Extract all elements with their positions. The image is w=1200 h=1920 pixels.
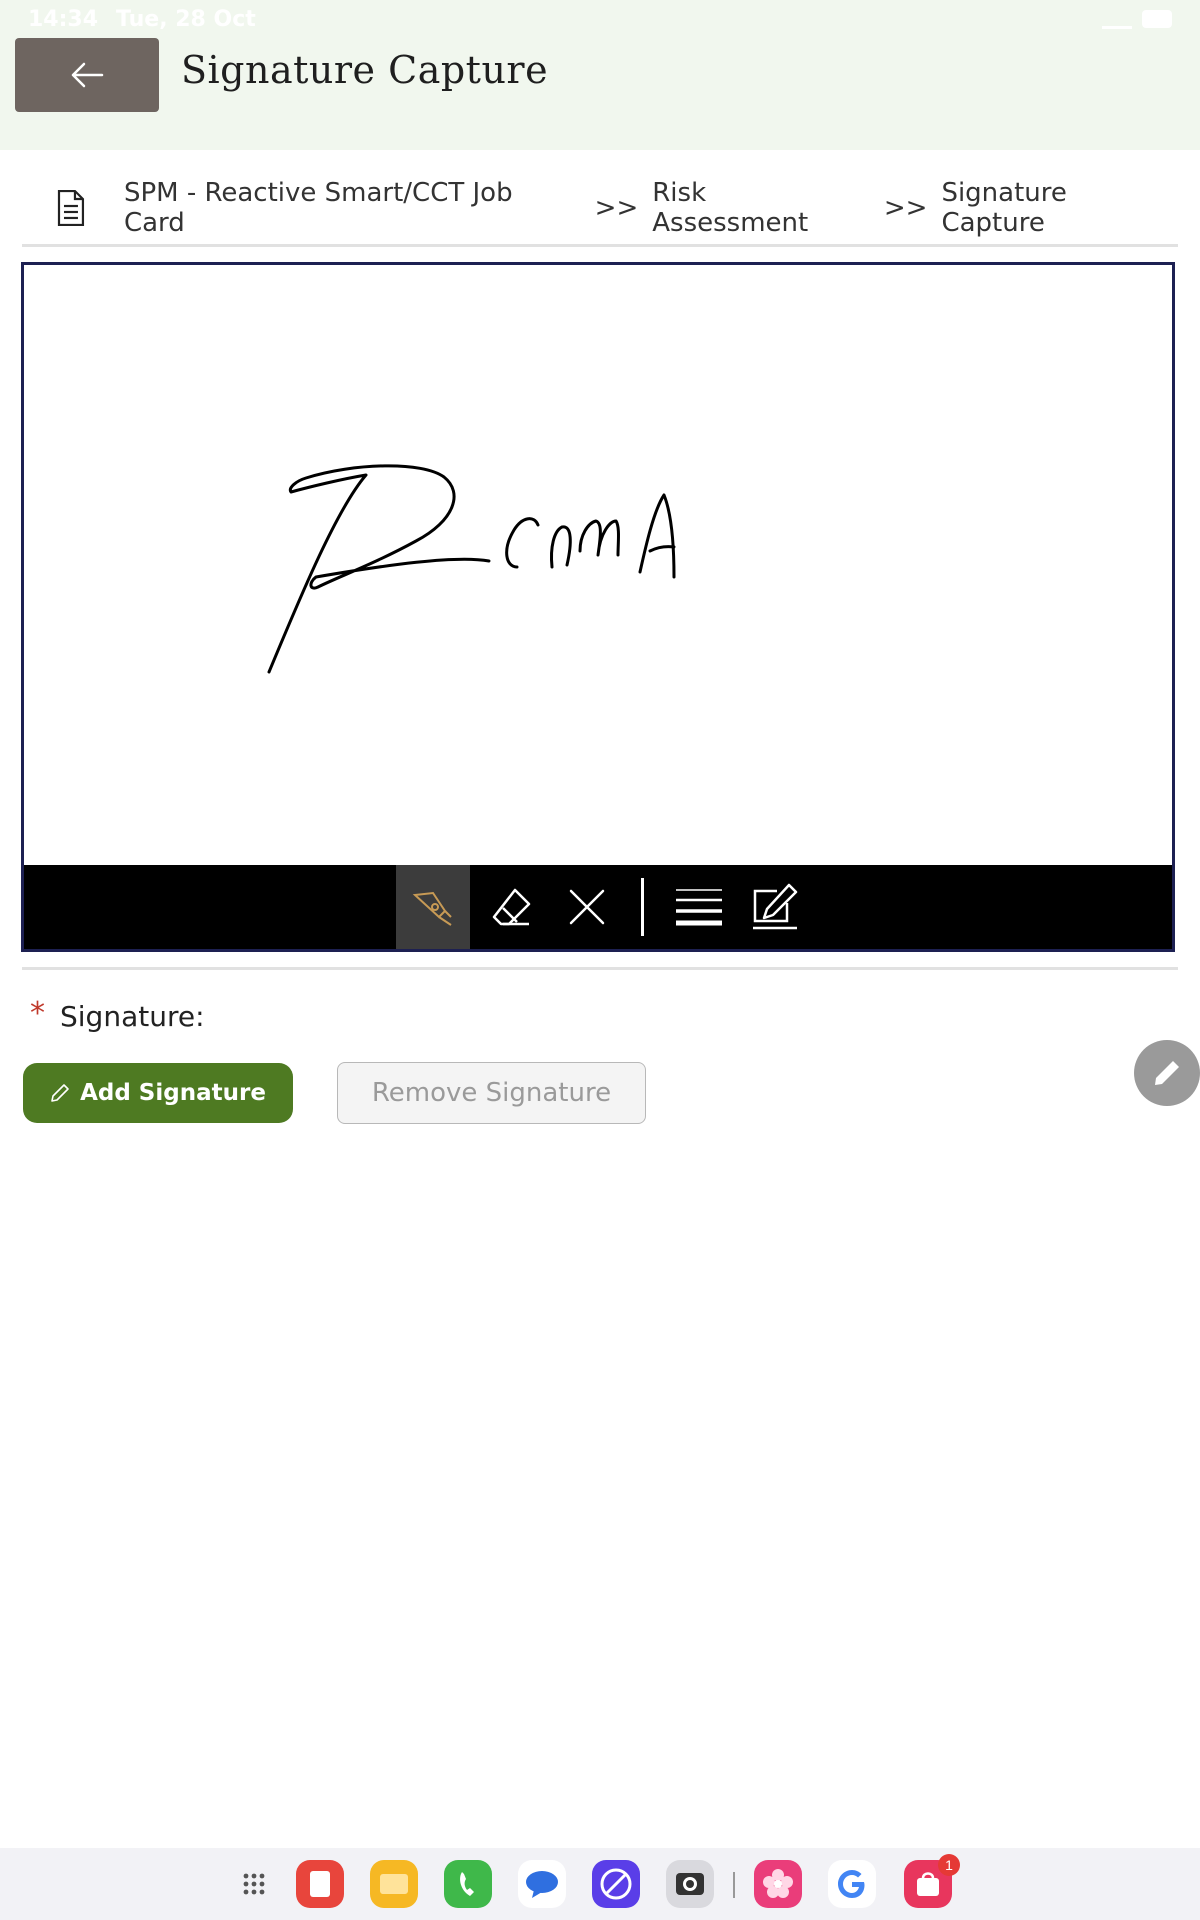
pen-tool-button[interactable] [396, 865, 470, 949]
clear-tool-button[interactable] [552, 865, 622, 949]
required-marker: * [30, 996, 45, 1031]
dock-divider [733, 1872, 735, 1898]
notification-badge: 1 [938, 1854, 960, 1876]
internet-app-icon[interactable] [592, 1860, 640, 1908]
edit-tool-button[interactable] [740, 865, 810, 949]
store-app-icon[interactable]: 1 [904, 1854, 960, 1908]
line-width-tool-button[interactable] [664, 865, 734, 949]
signature-stroke [267, 464, 676, 674]
remove-signature-label: Remove Signature [371, 1078, 612, 1108]
breadcrumb-separator: >> [594, 193, 639, 223]
remove-signature-button[interactable]: Remove Signature [337, 1062, 646, 1124]
page-title: Signature Capture [181, 48, 549, 92]
status-date: Tue, 28 Oct [116, 6, 256, 32]
arrow-left-icon [71, 62, 104, 88]
apps-grid-icon[interactable] [230, 1860, 278, 1908]
eraser-icon [492, 888, 531, 926]
add-signature-label: Add Signature [80, 1080, 266, 1106]
toolbar-divider [632, 865, 652, 949]
breadcrumb-item-job-card[interactable]: SPM - Reactive Smart/CCT Job Card [124, 178, 581, 238]
edit-icon [753, 883, 798, 930]
gallery-app-icon[interactable] [754, 1860, 802, 1908]
battery-icon [1142, 10, 1172, 28]
breadcrumb-item-signature-capture: Signature Capture [941, 178, 1067, 238]
clear-icon [569, 889, 605, 925]
breadcrumb-item-risk-assessment[interactable]: Risk Assessment [652, 178, 870, 238]
breadcrumb-separator: >> [883, 193, 928, 223]
app-header: 14:34 Tue, 28 Oct Signature Capture [0, 0, 1200, 150]
signature-label: Signature: [60, 1000, 205, 1033]
status-time: 14:34 [28, 6, 99, 32]
pencil-icon [51, 1084, 69, 1102]
section-divider [22, 967, 1178, 970]
pen-icon [412, 891, 452, 926]
document-icon [57, 189, 85, 227]
signal-icon [1102, 10, 1132, 29]
floating-edit-button[interactable] [1134, 1040, 1200, 1106]
eraser-tool-button[interactable] [476, 865, 546, 949]
messages-app-icon[interactable] [518, 1860, 566, 1908]
add-signature-button[interactable]: Add Signature [23, 1063, 293, 1123]
phone-app-icon[interactable] [444, 1860, 492, 1908]
signature-canvas[interactable] [24, 265, 1172, 865]
camera-app-icon[interactable] [666, 1860, 714, 1908]
google-app-icon[interactable] [828, 1860, 876, 1908]
breadcrumb: SPM - Reactive Smart/CCT Job Card >> Ris… [22, 172, 1178, 247]
status-indicators [1102, 4, 1172, 34]
line-width-icon [676, 889, 722, 926]
signature-pad[interactable] [21, 262, 1175, 952]
back-button[interactable] [15, 38, 159, 112]
app-dock: 1 [0, 1848, 1200, 1920]
notes-app-icon[interactable] [296, 1860, 344, 1908]
status-bar: 14:34 Tue, 28 Oct [28, 4, 1172, 34]
files-app-icon[interactable] [370, 1860, 418, 1908]
pencil-icon [1155, 1061, 1179, 1085]
signature-toolbar [24, 865, 1172, 949]
